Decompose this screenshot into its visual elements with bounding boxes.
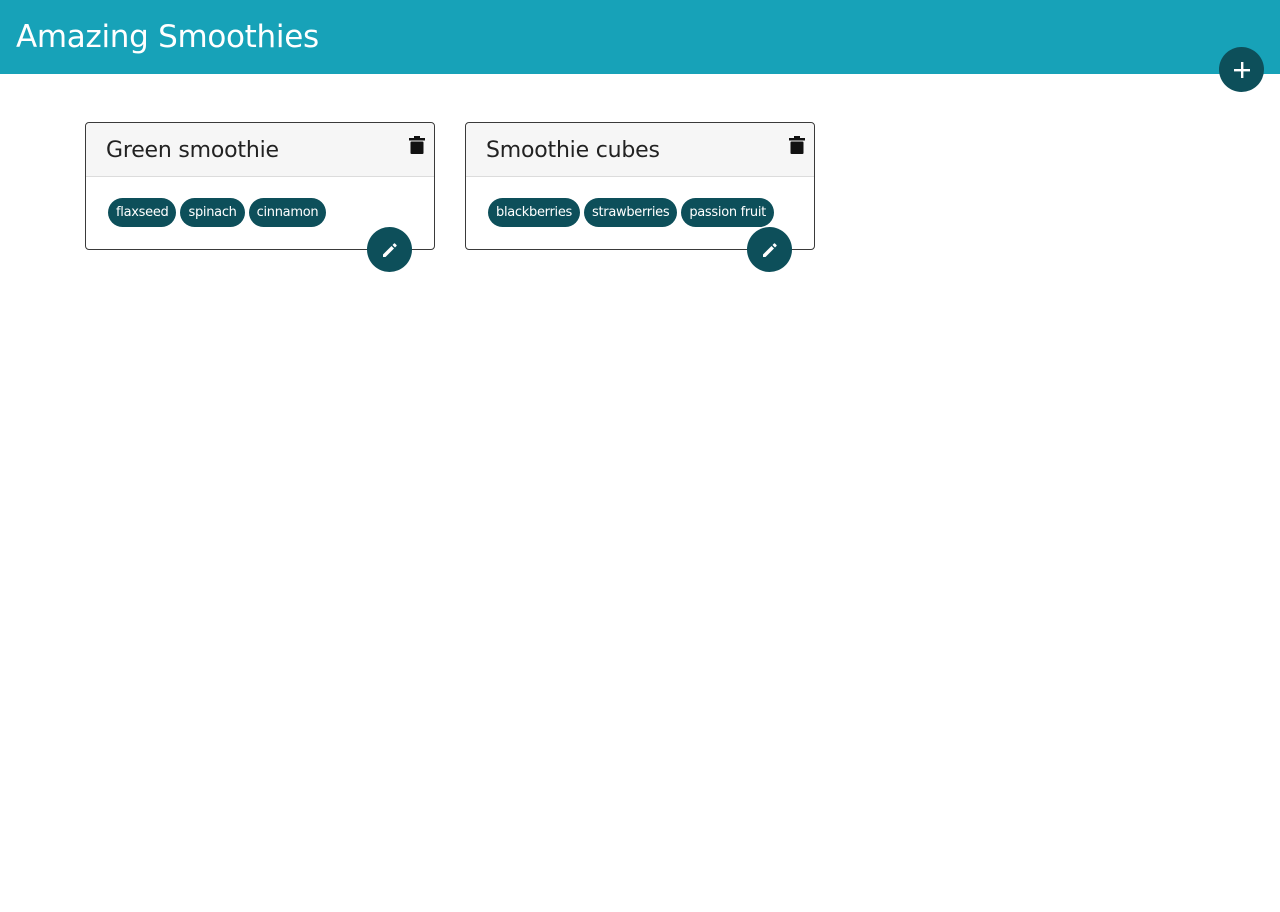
ingredient-tag: passion fruit [681, 198, 774, 227]
trash-icon [409, 136, 425, 154]
ingredient-tag: cinnamon [248, 198, 327, 227]
add-smoothie-button[interactable] [1219, 47, 1264, 92]
plus-icon [1232, 60, 1252, 80]
pencil-icon [761, 241, 779, 259]
trash-icon [789, 136, 805, 154]
ingredient-tag: blackberries [488, 198, 580, 227]
edit-button[interactable] [747, 227, 792, 272]
ingredient-tag: flaxseed [108, 198, 177, 227]
pencil-icon [381, 241, 399, 259]
smoothie-card: Smoothie cubes blackberries strawberries… [465, 122, 815, 272]
delete-button[interactable] [786, 133, 808, 157]
card-title: Green smoothie [106, 138, 279, 163]
ingredient-tags: blackberries strawberries passion fruit [488, 198, 774, 227]
card-header: Green smoothie [86, 123, 434, 177]
ingredient-tag: spinach [180, 198, 245, 227]
card-header: Smoothie cubes [466, 123, 814, 177]
app-title: Amazing Smoothies [16, 19, 319, 55]
smoothie-card: Green smoothie flaxseed spinach cinnamon [85, 122, 435, 272]
ingredient-tag: strawberries [584, 198, 678, 227]
ingredient-tags: flaxseed spinach cinnamon [108, 198, 327, 227]
edit-button[interactable] [367, 227, 412, 272]
card-title: Smoothie cubes [486, 138, 660, 163]
app-header: Amazing Smoothies [0, 0, 1280, 74]
delete-button[interactable] [406, 133, 428, 157]
